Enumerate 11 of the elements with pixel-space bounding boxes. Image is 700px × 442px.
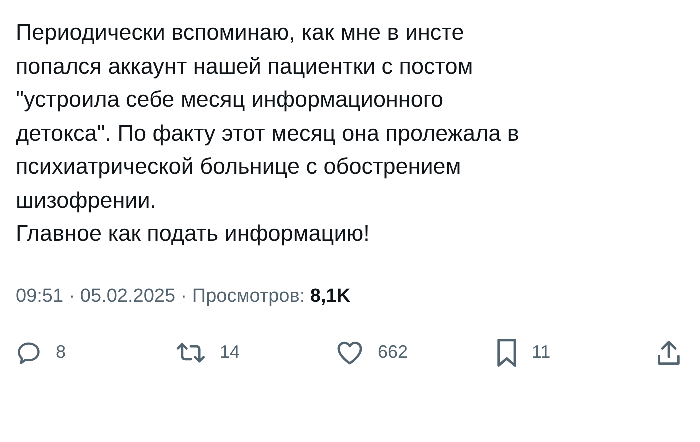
share-icon[interactable] bbox=[656, 338, 682, 366]
post-meta: 09:51 · 05.02.2025 · Просмотров: 8,1K bbox=[16, 286, 352, 308]
action-count: 11 bbox=[532, 342, 551, 363]
action-count: 14 bbox=[220, 342, 240, 363]
reply-icon[interactable] bbox=[16, 340, 42, 366]
post-text: Главное как подать информацию! bbox=[16, 220, 371, 248]
action-count: 662 bbox=[378, 342, 408, 363]
heart-icon[interactable] bbox=[336, 340, 364, 366]
bookmark-icon[interactable] bbox=[496, 338, 518, 368]
post-text: Периодически вспоминаю, как мне в инсте попался аккаунт нашей пациентки с постом "устроила себе месяц информационного детокса". По факту этот месяц она пролежала в психиатрической больнице с обострением шизофрении. bbox=[16, 19, 520, 215]
action-count: 8 bbox=[56, 342, 66, 363]
